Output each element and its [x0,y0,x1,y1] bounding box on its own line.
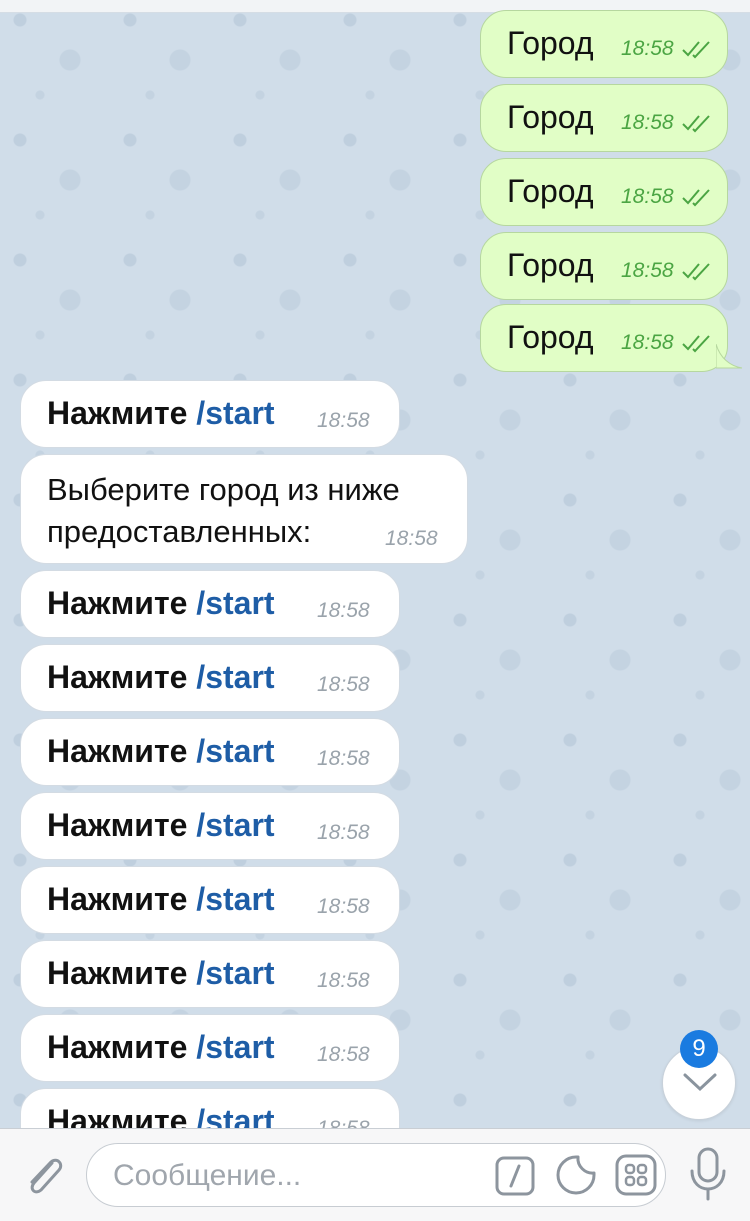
microphone-icon[interactable] [688,1147,728,1203]
bot-command-link[interactable]: /start [196,585,274,621]
bot-command-link[interactable]: /start [196,395,274,431]
message-input-placeholder: Сообщение... [113,1159,302,1192]
incoming-message[interactable]: Нажмите /start 18:58 [20,644,400,712]
message-time: 18:58 [317,969,370,992]
paperclip-icon[interactable] [20,1149,68,1201]
message-text: Город [507,319,594,355]
message-text: Нажмите /start [47,955,275,991]
message-time: 18:58 [621,331,674,354]
message-text: Нажмите /start [47,1029,275,1065]
slash-command-icon[interactable] [495,1156,535,1196]
chevron-down-icon [683,1073,717,1092]
sticker-icon[interactable] [555,1154,597,1196]
outgoing-message[interactable]: Город 18:58 [480,304,728,372]
bot-command-link[interactable]: /start [196,733,274,769]
outgoing-message[interactable]: Город 18:58 [480,10,728,78]
incoming-message[interactable]: Нажмите /start 18:58 [20,718,400,786]
message-text: Нажмите /start [47,807,275,843]
incoming-message[interactable]: Нажмите /start 18:58 [20,792,400,860]
check-double-icon [682,263,710,281]
message-text: Нажмите /start [47,395,275,431]
message-time: 18:58 [317,409,370,432]
message-text: Город [507,99,594,135]
message-time: 18:58 [317,747,370,770]
bot-command-link[interactable]: /start [196,807,274,843]
message-text: Нажмите /start [47,881,275,917]
message-time: 18:58 [621,111,674,134]
check-double-icon [682,41,710,59]
message-composer: Сообщение... [0,1128,750,1221]
chat-message-list[interactable]: Город 18:58 Город 18:58 Город 18:58 Горо… [0,0,750,1128]
message-text: Нажмите /start [47,585,275,621]
outgoing-message[interactable]: Город 18:58 [480,84,728,152]
keyboard-grid-icon[interactable] [615,1154,657,1196]
check-double-icon [682,335,710,353]
message-text: Город [507,247,594,283]
message-text: Город [507,25,594,61]
bubble-tail [716,344,743,369]
bot-command-link[interactable]: /start [196,1103,274,1128]
message-time: 18:58 [621,185,674,208]
message-time: 18:58 [317,673,370,696]
message-time: 18:58 [317,1117,370,1128]
message-time: 18:58 [317,895,370,918]
message-time: 18:58 [317,821,370,844]
check-double-icon [682,189,710,207]
incoming-message[interactable]: Нажмите /start 18:58 [20,940,400,1008]
outgoing-message[interactable]: Город 18:58 [480,232,728,300]
incoming-message[interactable]: Нажмите /start 18:58 [20,570,400,638]
message-time: 18:58 [621,259,674,282]
message-input[interactable]: Сообщение... [86,1143,666,1207]
message-time: 18:58 [621,37,674,60]
bot-command-link[interactable]: /start [196,955,274,991]
bot-command-link[interactable]: /start [196,881,274,917]
outgoing-message[interactable]: Город 18:58 [480,158,728,226]
message-text: Нажмите /start [47,1103,275,1128]
bot-command-link[interactable]: /start [196,1029,274,1065]
message-time: 18:58 [385,527,438,550]
check-double-icon [682,115,710,133]
message-text: Нажмите /start [47,659,275,695]
incoming-message[interactable]: Нажмите /start 18:58 [20,1088,400,1128]
message-time: 18:58 [317,599,370,622]
incoming-message[interactable]: Нажмите /start 18:58 [20,866,400,934]
unread-count-badge: 9 [680,1030,718,1068]
incoming-message[interactable]: Выберите город из ниже предоставленных: … [20,454,468,564]
bot-command-link[interactable]: /start [196,659,274,695]
message-text: Город [507,173,594,209]
incoming-message[interactable]: Нажмите /start 18:58 [20,1014,400,1082]
incoming-message[interactable]: Нажмите /start 18:58 [20,380,400,448]
message-text: Нажмите /start [47,733,275,769]
message-time: 18:58 [317,1043,370,1066]
